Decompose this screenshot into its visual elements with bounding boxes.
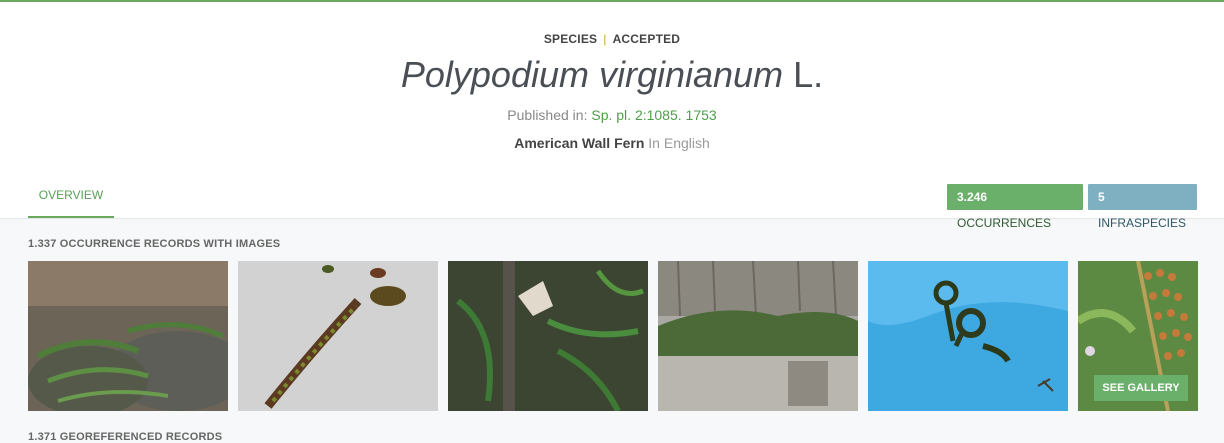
species-header: SPECIES | ACCEPTED Polypodium virginianum … bbox=[0, 2, 1224, 230]
rank-status-line: SPECIES | ACCEPTED bbox=[0, 32, 1224, 46]
infraspecies-label: INFRASPECIES bbox=[1098, 216, 1187, 230]
rank-separator: | bbox=[603, 32, 607, 46]
tab-overview[interactable]: OVERVIEW bbox=[28, 174, 114, 218]
fern-on-cliff-photo bbox=[658, 261, 858, 411]
status-label: ACCEPTED bbox=[612, 32, 681, 46]
gallery-image-1[interactable] bbox=[28, 261, 228, 411]
published-reference: Sp. pl. 2:1085. 1753 bbox=[591, 107, 717, 123]
vernacular-name-line: American Wall Fern In English bbox=[0, 135, 1224, 151]
images-section-label: 1.337 OCCURRENCE RECORDS WITH IMAGES bbox=[28, 238, 281, 250]
gallery-image-3[interactable] bbox=[448, 261, 648, 411]
occurrences-button[interactable]: 3.246 OCCURRENCES bbox=[947, 184, 1083, 230]
vernacular-name: American Wall Fern bbox=[514, 135, 645, 151]
gallery-image-4[interactable] bbox=[658, 261, 858, 411]
page-title: Polypodium virginianum L. bbox=[0, 54, 1224, 96]
occurrences-count: 3.246 bbox=[957, 190, 988, 204]
scientific-name: Polypodium virginianum bbox=[400, 54, 784, 95]
fern-on-rock-photo bbox=[28, 261, 228, 411]
see-gallery-button[interactable]: SEE GALLERY bbox=[1094, 375, 1188, 401]
occurrences-label: OCCURRENCES bbox=[957, 216, 1052, 230]
image-gallery bbox=[28, 261, 1198, 411]
fern-in-snow-photo bbox=[238, 261, 438, 411]
authorship: L. bbox=[793, 54, 824, 95]
infraspecies-count: 5 bbox=[1098, 190, 1105, 204]
georeferenced-section-label: 1.371 GEOREFERENCED RECORDS bbox=[28, 431, 223, 443]
infraspecies-button[interactable]: 5 INFRASPECIES bbox=[1088, 184, 1197, 230]
vernacular-language: In English bbox=[648, 135, 710, 151]
published-in: Published in: Sp. pl. 2:1085. 1753 bbox=[0, 107, 1224, 123]
gallery-image-2[interactable] bbox=[238, 261, 438, 411]
rank-label: SPECIES bbox=[543, 32, 598, 46]
gallery-image-5[interactable] bbox=[868, 261, 1068, 411]
published-prefix: Published in: bbox=[507, 107, 588, 123]
fern-with-leaves-photo bbox=[448, 261, 648, 411]
fern-fiddleheads-photo bbox=[868, 261, 1068, 411]
